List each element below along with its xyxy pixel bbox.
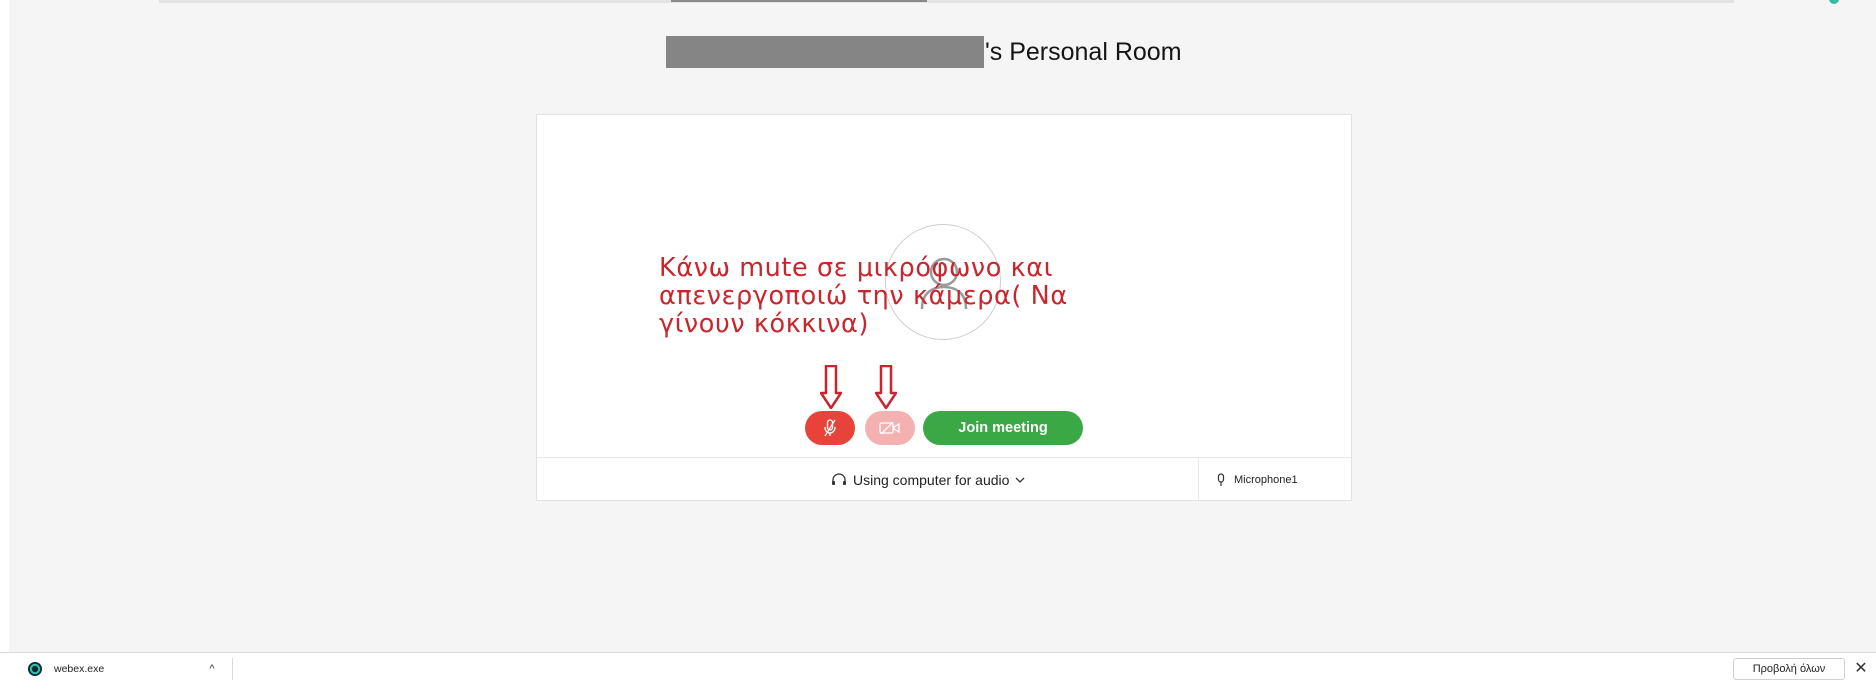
download-separator (232, 658, 233, 680)
annotation-line: Κάνω mute σε μικρόφωνο και (659, 253, 1053, 283)
annotation-line: απενεργοποιώ την κάμερα( Να (659, 281, 1068, 311)
annotation-text: Κάνω mute σε μικρόφωνο και απενεργοποιώ … (659, 254, 1139, 338)
download-bar: webex.exe ^ Προβολή όλων ✕ (0, 652, 1876, 684)
active-tab-indicator (671, 0, 927, 2)
panel-footer: Using computer for audio Microphone1 (537, 457, 1351, 502)
room-title: 's Personal Room (666, 36, 1182, 68)
stop-video-button[interactable] (865, 411, 915, 445)
redacted-name (666, 36, 984, 68)
microphone-icon (1217, 473, 1225, 486)
preview-panel: Κάνω mute σε μικρόφωνο και απενεργοποιώ … (536, 114, 1352, 502)
show-all-downloads-button[interactable]: Προβολή όλων (1733, 658, 1845, 680)
download-file-name: webex.exe (54, 663, 105, 675)
download-item[interactable]: webex.exe ^ (18, 658, 230, 680)
microphone-muted-icon (824, 419, 836, 437)
microphone-selector[interactable]: Microphone1 (1216, 470, 1298, 490)
annotation-arrow-down-icon (820, 365, 842, 409)
audio-connection-dropdown[interactable]: Using computer for audio (831, 470, 1025, 490)
mute-button[interactable] (805, 411, 855, 445)
annotation-arrow-down-icon (875, 365, 897, 409)
status-dot (1829, 0, 1839, 4)
chevron-up-icon[interactable]: ^ (204, 661, 220, 677)
chevron-down-icon (1015, 477, 1025, 483)
footer-divider (1198, 458, 1199, 502)
close-icon[interactable]: ✕ (1852, 660, 1870, 678)
audio-label: Using computer for audio (853, 472, 1010, 488)
headset-icon (832, 473, 846, 485)
room-title-suffix: 's Personal Room (985, 37, 1182, 66)
camera-off-icon (879, 421, 900, 435)
microphone-label: Microphone1 (1234, 474, 1298, 486)
webex-icon (28, 662, 42, 676)
join-meeting-button[interactable]: Join meeting (923, 411, 1083, 445)
browser-top-strip (159, 0, 1734, 3)
annotation-line: γίνουν κόκκινα) (659, 309, 869, 339)
